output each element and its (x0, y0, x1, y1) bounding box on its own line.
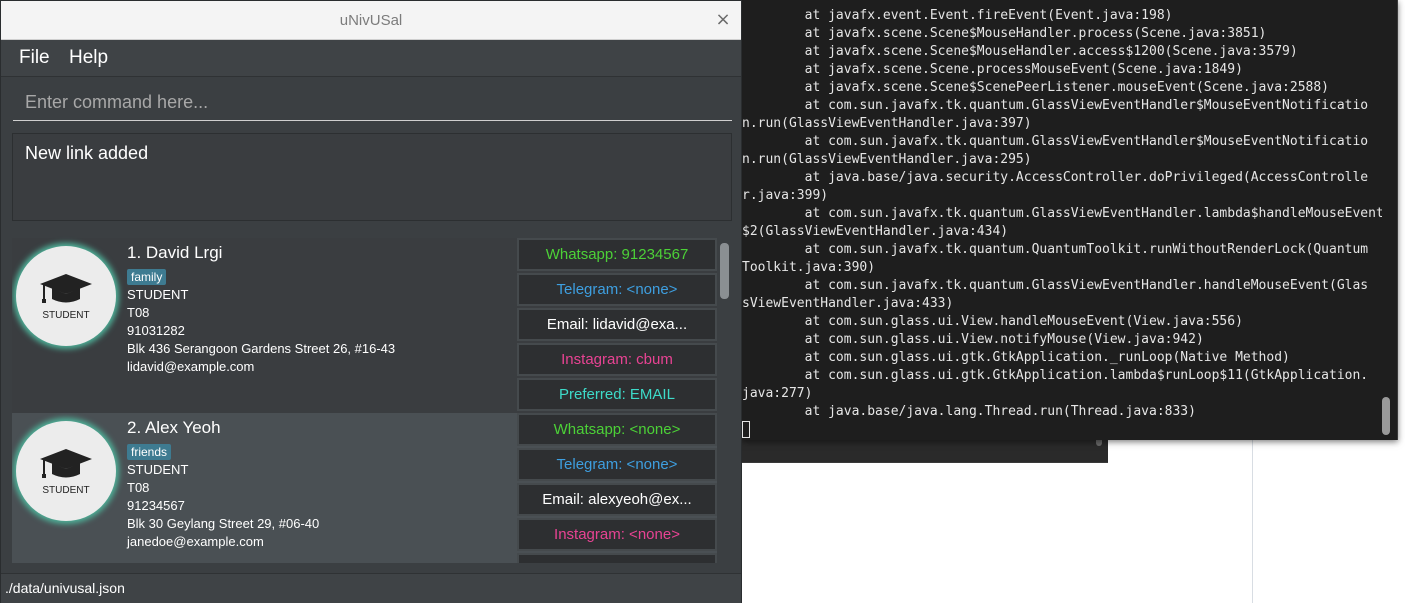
terminal-line: at com.sun.javafx.tk.quantum.GlassViewEv… (742, 206, 1382, 221)
menu-help[interactable]: Help (69, 47, 108, 69)
email-link[interactable]: Email: alexyeoh@ex... (517, 483, 717, 516)
person-tutorial: T08 (127, 480, 150, 495)
person-email: lidavid@example.com (127, 359, 255, 374)
menu-file[interactable]: File (19, 47, 50, 69)
terminal-line: n.run(GlassViewEventHandler.java:295) (742, 152, 1032, 167)
person-phone: 91234567 (127, 498, 185, 513)
preferred-link[interactable] (517, 553, 717, 563)
telegram-link[interactable]: Telegram: <none> (517, 273, 717, 306)
terminal-line: at com.sun.javafx.tk.quantum.GlassViewEv… (742, 134, 1369, 149)
terminal-line: at javafx.scene.Scene.processMouseEvent(… (742, 62, 1243, 77)
terminal-scrollbar-thumb[interactable] (1382, 397, 1390, 435)
command-input[interactable] (13, 85, 732, 120)
desktop-divider (1252, 430, 1253, 603)
person-tutorial: T08 (127, 305, 150, 320)
whatsapp-link[interactable]: Whatsapp: 91234567 (517, 238, 717, 271)
preferred-link[interactable]: Preferred: EMAIL (517, 378, 717, 411)
terminal-line: at com.sun.javafx.tk.quantum.QuantumTool… (742, 242, 1369, 257)
terminal-output: at javafx.event.Event.fireEvent(Event.ja… (742, 7, 1382, 421)
terminal-line: at com.sun.glass.ui.View.notifyMouse(Vie… (742, 332, 1204, 347)
avatar: STUDENT (16, 421, 116, 521)
tag-badge: family (127, 269, 167, 285)
result-display[interactable]: New link added (12, 133, 732, 221)
terminal-line: at javafx.scene.Scene$ScenePeerListener.… (742, 80, 1329, 95)
data-file-path: ./data/univusal.json (5, 580, 125, 596)
app-window: uNivUSal × File Help New link added STUD… (0, 0, 742, 603)
terminal-line: at java.base/java.lang.Thread.run(Thread… (742, 404, 1196, 419)
instagram-link[interactable]: Instagram: cbum (517, 343, 717, 376)
person-card[interactable]: STUDENT 1. David Lrgi family STUDENT T08… (12, 238, 717, 413)
title-bar[interactable]: uNivUSal × (1, 1, 741, 40)
whatsapp-link[interactable]: Whatsapp: <none> (517, 413, 717, 446)
close-icon[interactable]: × (715, 9, 731, 31)
person-phone: 91031282 (127, 323, 185, 338)
person-details: 1. David Lrgi family STUDENT T08 9103128… (127, 243, 395, 376)
status-bar: ./data/univusal.json (1, 573, 741, 603)
terminal-line: java:277) (742, 386, 813, 401)
person-list[interactable]: STUDENT 1. David Lrgi family STUDENT T08… (12, 231, 732, 563)
person-email: janedoe@example.com (127, 534, 264, 549)
terminal-line: $2(GlassViewEventHandler.java:434) (742, 224, 1009, 239)
command-box (13, 85, 732, 121)
person-role: STUDENT (127, 462, 189, 477)
terminal-line: at com.sun.glass.ui.gtk.GtkApplication.l… (742, 368, 1369, 383)
person-details: 2. Alex Yeoh friends STUDENT T08 9123456… (127, 418, 319, 551)
avatar-caption: STUDENT (42, 485, 90, 496)
terminal-window[interactable]: at javafx.event.Event.fireEvent(Event.ja… (742, 0, 1398, 440)
terminal-line: at com.sun.javafx.tk.quantum.GlassViewEv… (742, 98, 1369, 113)
telegram-link[interactable]: Telegram: <none> (517, 448, 717, 481)
person-address: Blk 436 Serangoon Gardens Street 26, #16… (127, 341, 396, 356)
instagram-link[interactable]: Instagram: <none> (517, 518, 717, 551)
terminal-line: at javafx.scene.Scene$MouseHandler.acces… (742, 44, 1298, 59)
tag-badge: friends (127, 444, 172, 460)
email-link[interactable]: Email: lidavid@exa... (517, 308, 717, 341)
graduation-cap-icon (40, 449, 92, 478)
person-name: 1. David Lrgi (127, 243, 223, 262)
graduation-cap-icon (40, 274, 92, 303)
person-name: 2. Alex Yeoh (127, 418, 221, 437)
terminal-line: n.run(GlassViewEventHandler.java:397) (742, 116, 1032, 131)
terminal-line: at javafx.event.Event.fireEvent(Event.ja… (742, 8, 1173, 23)
terminal-line: at com.sun.glass.ui.gtk.GtkApplication._… (742, 350, 1290, 365)
person-role: STUDENT (127, 287, 189, 302)
terminal-line: at javafx.scene.Scene$MouseHandler.proce… (742, 26, 1267, 41)
terminal-line: r.java:399) (742, 188, 829, 203)
terminal-line: at com.sun.glass.ui.View.handleMouseEven… (742, 314, 1243, 329)
person-card[interactable]: STUDENT 2. Alex Yeoh friends STUDENT T08… (12, 413, 717, 563)
terminal-line: sViewEventHandler.java:433) (742, 296, 954, 311)
menu-bar: File Help (1, 40, 741, 77)
avatar: STUDENT (16, 246, 116, 346)
terminal-line: Toolkit.java:390) (742, 260, 876, 275)
terminal-line: at com.sun.javafx.tk.quantum.GlassViewEv… (742, 278, 1369, 293)
window-title: uNivUSal (339, 12, 403, 29)
avatar-caption: STUDENT (42, 310, 90, 321)
terminal-cursor (742, 421, 750, 438)
list-scrollbar-thumb[interactable] (720, 243, 729, 299)
person-address: Blk 30 Geylang Street 29, #06-40 (127, 516, 320, 531)
terminal-line: at java.base/java.security.AccessControl… (742, 170, 1369, 185)
result-message: New link added (25, 143, 149, 163)
